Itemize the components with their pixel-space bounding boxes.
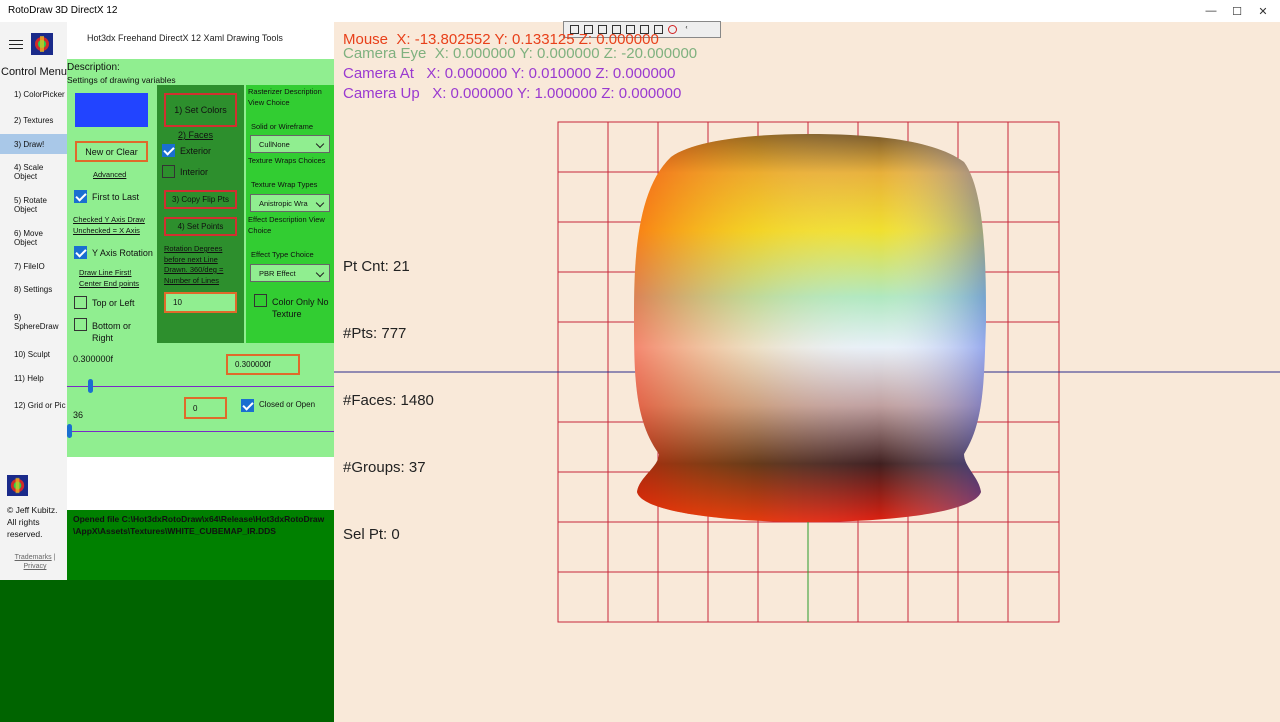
effect-type-select[interactable]: PBR Effect <box>250 264 330 282</box>
rasterizer-description-label: Rasterizer Description View Choice <box>248 87 322 107</box>
texture-wraps-choices-label: Texture Wraps Choices <box>248 156 326 165</box>
nav-item-settings[interactable]: 8) Settings <box>0 279 67 299</box>
solid-or-wireframe-label: Solid or Wireframe <box>251 122 314 131</box>
output-text: Opened file C:\Hot3dxRotoDraw\x64\Releas… <box>73 514 325 536</box>
groups-count: #Groups: 37 <box>343 459 426 476</box>
privacy-link[interactable]: Privacy <box>24 563 47 570</box>
slider1-value-label: 0.300000f <box>73 354 114 364</box>
exterior-label: Exterior <box>180 146 212 156</box>
new-or-clear-button[interactable]: New or Clear <box>75 141 148 162</box>
pt-count: Pt Cnt: 21 <box>343 258 410 275</box>
slider1-thumb[interactable] <box>88 379 94 393</box>
header-title: Hot3dx Freehand DirectX 12 Xaml Drawing … <box>87 33 283 43</box>
app-logo-icon <box>31 33 53 55</box>
nav-item-colorpicker[interactable]: 1) ColorPicker <box>0 84 67 104</box>
selected-point: Sel Pt: 0 <box>343 526 400 543</box>
rotation-degrees-note: Rotation Degrees before next Line Drawn.… <box>164 244 224 285</box>
faces-label: 2) Faces <box>178 130 214 140</box>
slider2-value-label: 36 <box>73 410 84 420</box>
set-colors-button[interactable]: 1) Set Colors <box>164 93 237 127</box>
set-points-button[interactable]: 4) Set Points <box>164 217 237 236</box>
top-or-left-label: Top or Left <box>92 298 135 308</box>
trademarks-link[interactable]: Trademarks <box>15 554 52 561</box>
nav-item-textures[interactable]: 2) Textures <box>0 110 67 130</box>
texture-wrap-select[interactable]: Anistropic Wra <box>250 194 330 212</box>
title-bar <box>0 0 1280 22</box>
nav-item-rotate-object[interactable]: 5) Rotate Object <box>0 195 67 215</box>
panel-spacer <box>67 457 334 510</box>
hamburger-menu-icon[interactable] <box>9 40 23 50</box>
effect-type-choice-label: Effect Type Choice <box>251 250 314 259</box>
toolbar-collapse-icon[interactable]: ‹ <box>682 25 691 34</box>
toolbar-stop-icon[interactable] <box>668 25 677 34</box>
color-swatch[interactable] <box>75 93 148 127</box>
closed-or-open-label: Closed or Open <box>259 400 316 409</box>
legal-links: Trademarks | Privacy <box>14 554 56 570</box>
closed-or-open-checkbox[interactable] <box>241 399 254 412</box>
interior-checkbox[interactable] <box>162 165 175 178</box>
draw-line-first-note: Draw Line First! <box>79 268 132 277</box>
nav-item-move-object[interactable]: 6) Move Object <box>0 228 67 248</box>
bottom-panel <box>0 580 334 722</box>
effect-description-label: Effect Description View Choice <box>248 215 325 235</box>
slider1-track[interactable] <box>67 386 334 387</box>
interior-label: Interior <box>180 167 209 177</box>
camera-up-coordinates: Camera Up X: 0.000000 Y: 1.000000 Z: 0.0… <box>343 85 682 102</box>
bottom-or-right-label: Bottom or Right <box>92 321 132 343</box>
slider1-input[interactable]: 0.300000f <box>226 354 300 375</box>
axis-note-line1: Checked Y Axis Draw <box>73 215 145 224</box>
center-end-points-note: Center End points <box>79 279 140 288</box>
model-shading <box>634 134 986 522</box>
nav-item-sculpt[interactable]: 10) Sculpt <box>0 344 67 364</box>
slider2-track[interactable] <box>67 431 334 432</box>
color-only-checkbox[interactable] <box>254 294 267 307</box>
app-logo-small-icon <box>7 475 28 496</box>
first-to-last-checkbox[interactable] <box>74 190 87 203</box>
grid-and-model <box>334 121 1280 623</box>
first-to-last-label: First to Last <box>92 192 140 202</box>
slider2-thumb[interactable] <box>67 424 72 438</box>
description-text: Settings of drawing variables <box>67 75 176 85</box>
description-label: Description: <box>67 62 120 73</box>
nav-item-scale-object[interactable]: 4) Scale Object <box>0 162 67 182</box>
nav-item-grid-or-pic[interactable]: 12) Grid or Pic <box>0 394 67 416</box>
nav-item-fileio[interactable]: 7) FileIO <box>0 256 67 276</box>
color-only-label: Color Only No Texture <box>272 297 329 319</box>
advanced-link[interactable]: Advanced <box>93 169 126 180</box>
camera-eye-coordinates: Camera Eye X: 0.000000 Y: 0.000000 Z: -2… <box>343 45 698 62</box>
nav-item-draw[interactable]: 3) Draw! <box>0 134 67 154</box>
copyright-text: © Jeff Kubitz. All rights reserved. <box>7 505 58 539</box>
slider2-input[interactable]: 0 <box>184 397 227 419</box>
y-axis-rotation-label: Y Axis Rotation <box>92 248 153 258</box>
top-or-left-checkbox[interactable] <box>74 296 87 309</box>
faces-count: #Faces: 1480 <box>343 392 434 409</box>
points-count: #Pts: 777 <box>343 325 407 342</box>
nav-item-help[interactable]: 11) Help <box>0 368 67 388</box>
rotation-degrees-input[interactable]: 10 <box>164 292 237 313</box>
y-axis-rotation-checkbox[interactable] <box>74 246 87 259</box>
axis-note-line2: Unchecked = X Axis <box>73 226 140 235</box>
bottom-or-right-checkbox[interactable] <box>74 318 87 331</box>
close-button[interactable]: ✕ <box>1240 0 1280 22</box>
camera-at-coordinates: Camera At X: 0.000000 Y: 0.010000 Z: 0.0… <box>343 65 676 82</box>
copy-flip-pts-button[interactable]: 3) Copy Flip Pts <box>164 190 237 209</box>
control-menu-title: Control Menu <box>1 66 68 78</box>
nav-item-spheredraw[interactable]: 9) SphereDraw <box>0 307 67 337</box>
texture-wrap-types-label: Texture Wrap Types <box>251 180 318 189</box>
cull-mode-select[interactable]: CullNone <box>250 135 330 153</box>
nav-pane <box>0 22 67 580</box>
app-title: RotoDraw 3D DirectX 12 <box>8 5 118 16</box>
exterior-checkbox[interactable] <box>162 144 175 157</box>
